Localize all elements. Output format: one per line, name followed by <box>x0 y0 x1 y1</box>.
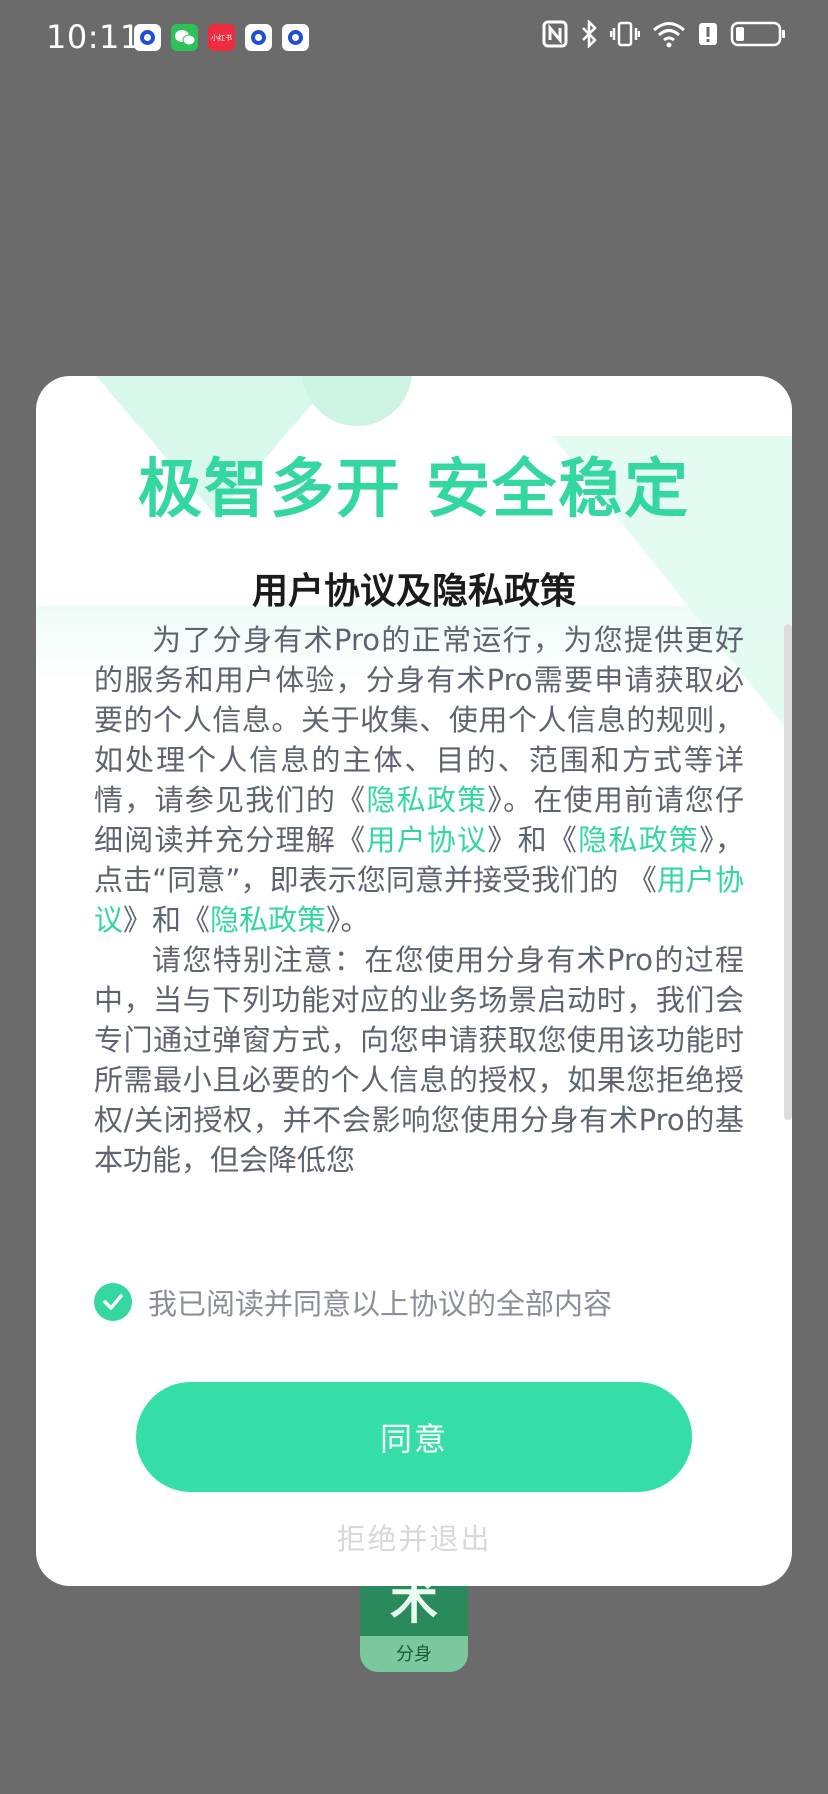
system-icons <box>542 20 786 48</box>
content-scrollbar[interactable] <box>784 624 792 1120</box>
vibrate-icon <box>610 21 640 47</box>
para-text: 》。 <box>326 903 370 937</box>
status-time: 10:11 <box>46 18 141 56</box>
slogan-heading: 极智多开 安全稳定 <box>137 453 691 527</box>
para-text: 》和《 <box>487 823 579 857</box>
user-agreement-link[interactable]: 用户协议 <box>366 823 487 857</box>
para-text: 》和《 <box>123 903 211 937</box>
privacy-policy-link[interactable]: 隐私政策 <box>578 823 699 857</box>
blue-circle-icon <box>245 24 272 51</box>
agreement-content[interactable]: 为了分身有术Pro的正常运行，为您提供更好的服务和用户体验，分身有术Pro需要申… <box>94 620 744 1226</box>
decor-circle <box>302 376 412 426</box>
privacy-policy-link[interactable]: 隐私政策 <box>366 783 487 817</box>
privacy-dialog: 极智多开 安全稳定 用户协议及隐私政策 为了分身有术Pro的正常运行，为您提供更… <box>36 376 792 1586</box>
agree-button[interactable]: 同意 <box>136 1382 692 1492</box>
wifi-icon <box>653 22 685 48</box>
battery-icon <box>730 21 785 47</box>
reject-exit-link[interactable]: 拒绝并退出 <box>36 1516 792 1558</box>
agreement-paragraph-1: 为了分身有术Pro的正常运行，为您提供更好的服务和用户体验，分身有术Pro需要申… <box>94 620 744 940</box>
agree-checkbox-row[interactable]: 我已阅读并同意以上协议的全部内容 <box>94 1282 612 1322</box>
wechat-icon <box>171 24 198 51</box>
privacy-policy-link[interactable]: 隐私政策 <box>210 903 326 937</box>
agree-checkbox-label[interactable]: 我已阅读并同意以上协议的全部内容 <box>148 1281 612 1323</box>
status-bar: 10:11 小红书 <box>0 0 828 80</box>
check-icon[interactable] <box>94 1283 132 1321</box>
app-icon-label: 分身 <box>396 1644 432 1665</box>
nfc-icon <box>542 20 568 48</box>
dialog-title: 用户协议及隐私政策 <box>251 571 576 612</box>
notification-icons: 小红书 <box>134 24 309 51</box>
xiaohongshu-icon: 小红书 <box>208 24 235 51</box>
blue-circle-icon <box>134 24 161 51</box>
bluetooth-icon <box>582 20 597 48</box>
battery-alert-icon <box>699 23 717 45</box>
blue-circle-icon <box>282 24 309 51</box>
agreement-paragraph-2: 请您特别注意：在您使用分身有术Pro的过程中，当与下列功能对应的业务场景启动时，… <box>94 943 744 1177</box>
